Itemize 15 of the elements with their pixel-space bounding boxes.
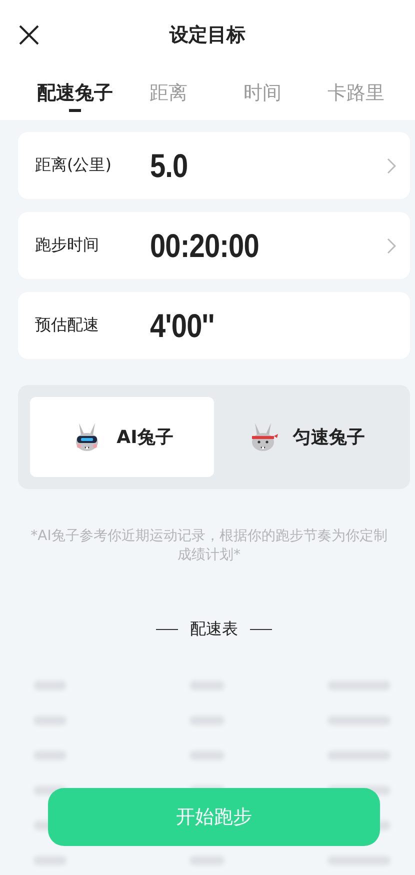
section-title: 配速表 [190, 619, 238, 640]
rabbit-mode-option[interactable]: AI兔子 [30, 397, 214, 477]
hint-text: *AI兔子参考你近期运动记录，根据你的跑步节奏为你定制成绩计划* [30, 527, 388, 565]
setting-card[interactable]: 跑步时间 00:20:00 [18, 212, 410, 279]
tab[interactable]: 配速兔子 [28, 70, 122, 116]
field-value: 00:20:00 [150, 226, 260, 264]
field-value: 5.0 [150, 146, 189, 184]
field-label: 跑步时间 [35, 235, 100, 256]
field-label: 预估配速 [35, 315, 100, 336]
close-icon[interactable] [18, 24, 40, 46]
page-title: 设定目标 [170, 23, 246, 48]
rabbit-mode-option[interactable]: 匀速兔子 [214, 397, 398, 477]
field-label: 距离(公里) [35, 155, 112, 176]
field-value: 4'00'' [150, 306, 216, 344]
setting-card[interactable]: 距离(公里) 5.0 [18, 132, 410, 199]
